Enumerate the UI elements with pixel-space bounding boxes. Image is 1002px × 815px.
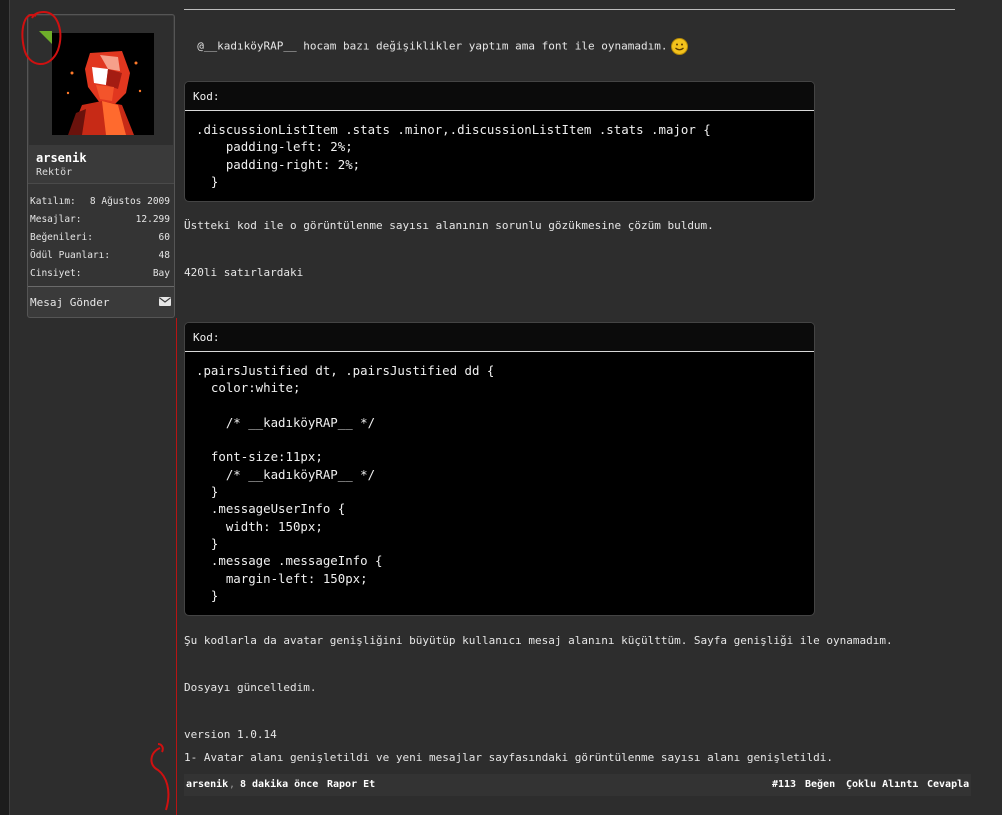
stat-value: 60 [158,232,170,243]
user-info-panel: arsenik Rektör Katılım: 8 Ağustos 2009 M… [27,14,175,318]
code-block-2: Kod: .pairsJustified dt, .pairsJustified… [184,322,815,616]
code-label: Kod: [193,90,220,103]
stat-label: Ödül Puanları: [30,250,111,261]
message-footer: arsenik , 8 dakika önce Rapor Et #113 Be… [184,774,971,796]
multi-quote-link[interactable]: Çoklu Alıntı [846,779,918,790]
stat-likes: Beğenileri: 60 [30,228,172,246]
top-divider [184,9,955,10]
post-paragraph: version 1.0.14 [184,728,277,741]
stat-label: Katılım: [30,196,76,207]
post-paragraph: Şu kodlarla da avatar genişliğini büyütü… [184,634,893,647]
post-paragraph: 1- Avatar alanı genişletildi ve yeni mes… [184,751,834,764]
post-paragraph: Dosyayı güncelledim. [184,681,317,694]
avatar-container [29,16,173,145]
send-message-label: Mesaj Gönder [30,296,110,309]
stat-value[interactable]: 12.299 [136,214,170,225]
post-paragraph: Üstteki kod ile o görüntülenme sayısı al… [184,219,714,232]
user-title: Rektör [36,167,73,178]
username[interactable]: arsenik [36,151,87,165]
post-time[interactable]: 8 dakika önce [240,779,318,790]
report-link[interactable]: Rapor Et [327,779,375,790]
code-block-1: Kod: .discussionListItem .stats .minor,.… [184,81,815,202]
intro-text: @__kadıköyRAP__ hocam bazı değişiklikler… [197,39,668,53]
post-paragraph: 420li satırlardaki [184,266,304,279]
stat-gender: Cinsiyet: Bay [30,264,172,282]
stat-trophy-points: Ödül Puanları: 48 [30,246,172,264]
envelope-icon [159,297,171,306]
stat-messages: Mesajlar: 12.299 [30,210,172,228]
send-message-button[interactable]: Mesaj Gönder [28,291,174,313]
stat-label: Cinsiyet: [30,268,82,279]
stat-joined: Katılım: 8 Ağustos 2009 [30,192,172,210]
annotation-line [176,318,177,815]
stat-value: Bay [152,268,170,279]
code-content: .discussionListItem .stats .minor,.discu… [196,122,711,189]
avatar[interactable] [52,33,154,135]
post-intro: @__kadıköyRAP__ hocam bazı değişiklikler… [184,25,689,55]
code-content: .pairsJustified dt, .pairsJustified dd {… [196,363,495,603]
stat-value[interactable]: 48 [159,250,170,261]
author-link[interactable]: arsenik [186,779,228,790]
code-block-header: Kod: [185,82,814,111]
stat-value: 8 Ağustos 2009 [89,196,170,207]
user-stats: Katılım: 8 Ağustos 2009 Mesajlar: 12.299… [28,183,174,287]
code-block-header: Kod: [185,323,814,352]
stat-label: Beğenileri: [30,232,93,243]
smiley-icon [671,38,689,55]
reply-link[interactable]: Cevapla [927,779,969,790]
online-indicator-icon [39,31,52,44]
post-number-link[interactable]: #113 [772,779,796,790]
like-link[interactable]: Beğen [805,779,835,790]
code-label: Kod: [193,331,220,344]
stat-label: Mesajlar: [30,214,82,225]
separator-comma: , [229,779,236,790]
